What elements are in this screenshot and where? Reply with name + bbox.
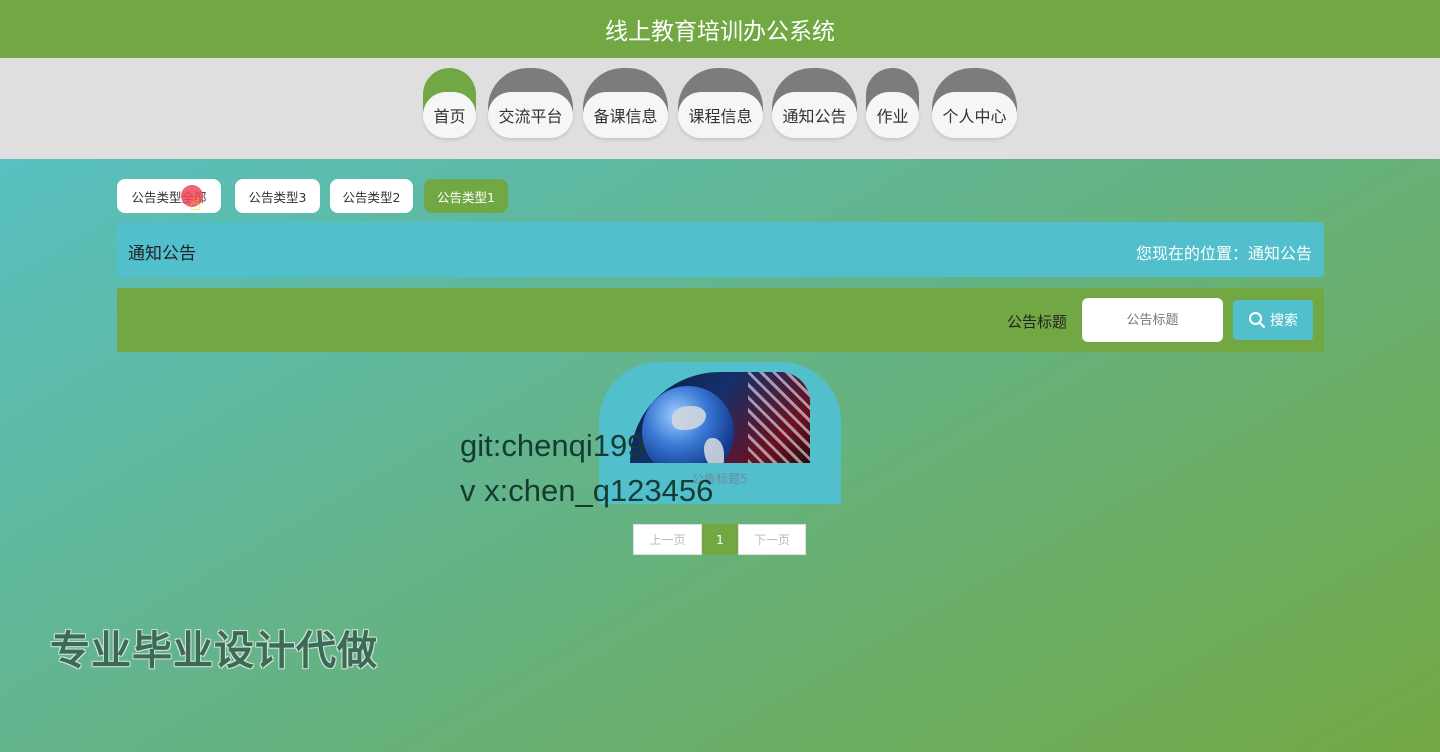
type-tab-all[interactable]: 公告类型全部 xyxy=(117,179,221,213)
search-button-label: 搜索 xyxy=(1270,313,1298,329)
prev-page-button[interactable]: 上一页 xyxy=(633,524,702,555)
search-icon xyxy=(1249,312,1265,328)
nav-item-home[interactable]: 首页 xyxy=(423,68,476,140)
nav-item-lesson-prep[interactable]: 备课信息 xyxy=(583,68,668,140)
search-bar: 公告标题 搜索 xyxy=(117,288,1324,352)
pagination: 上一页 1 下一页 xyxy=(633,524,806,555)
watermark-line-1: git:chenqi199 xyxy=(460,428,645,463)
type-tab-3[interactable]: 公告类型3 xyxy=(235,179,320,213)
nav-item-homework[interactable]: 作业 xyxy=(866,68,919,140)
nav-label: 备课信息 xyxy=(583,92,668,138)
search-button[interactable]: 搜索 xyxy=(1233,300,1313,340)
breadcrumb: 您现在的位置：通知公告 xyxy=(1136,240,1312,264)
nav-label: 作业 xyxy=(866,92,919,138)
watermark-line-2: v x:chen_q123456 xyxy=(460,473,714,508)
nav-label: 课程信息 xyxy=(678,92,763,138)
type-tab-1[interactable]: 公告类型1 xyxy=(424,179,508,213)
nav-item-notices[interactable]: 通知公告 xyxy=(772,68,857,140)
hand-cursor-icon: ☝ xyxy=(190,194,201,215)
watermark-slogan: 专业毕业设计代做 xyxy=(50,628,378,674)
app-title: 线上教育培训办公系统 xyxy=(605,19,835,45)
breadcrumb-current[interactable]: 通知公告 xyxy=(1248,244,1312,263)
section-header: 通知公告 您现在的位置：通知公告 xyxy=(117,222,1324,277)
search-input[interactable] xyxy=(1082,298,1223,342)
nav-label: 个人中心 xyxy=(932,92,1017,138)
app-header: 线上教育培训办公系统 xyxy=(0,0,1440,58)
nav-item-forum[interactable]: 交流平台 xyxy=(488,68,573,140)
nav-item-courses[interactable]: 课程信息 xyxy=(678,68,763,140)
search-label: 公告标题 xyxy=(1007,313,1068,331)
nav-label: 通知公告 xyxy=(772,92,857,138)
nav-item-profile[interactable]: 个人中心 xyxy=(932,68,1017,140)
section-title: 通知公告 xyxy=(128,244,196,264)
nav-label: 首页 xyxy=(423,92,476,138)
main-nav: 首页 交流平台 备课信息 课程信息 通知公告 作业 个人中心 xyxy=(0,58,1440,159)
breadcrumb-prefix: 您现在的位置： xyxy=(1135,244,1248,263)
nav-label: 交流平台 xyxy=(488,92,573,138)
watermark-contact: git:chenqi199 v x:chen_q123456 xyxy=(460,423,713,513)
page-1-button[interactable]: 1 xyxy=(702,524,738,555)
next-page-button[interactable]: 下一页 xyxy=(738,524,806,555)
type-tab-2[interactable]: 公告类型2 xyxy=(330,179,413,213)
